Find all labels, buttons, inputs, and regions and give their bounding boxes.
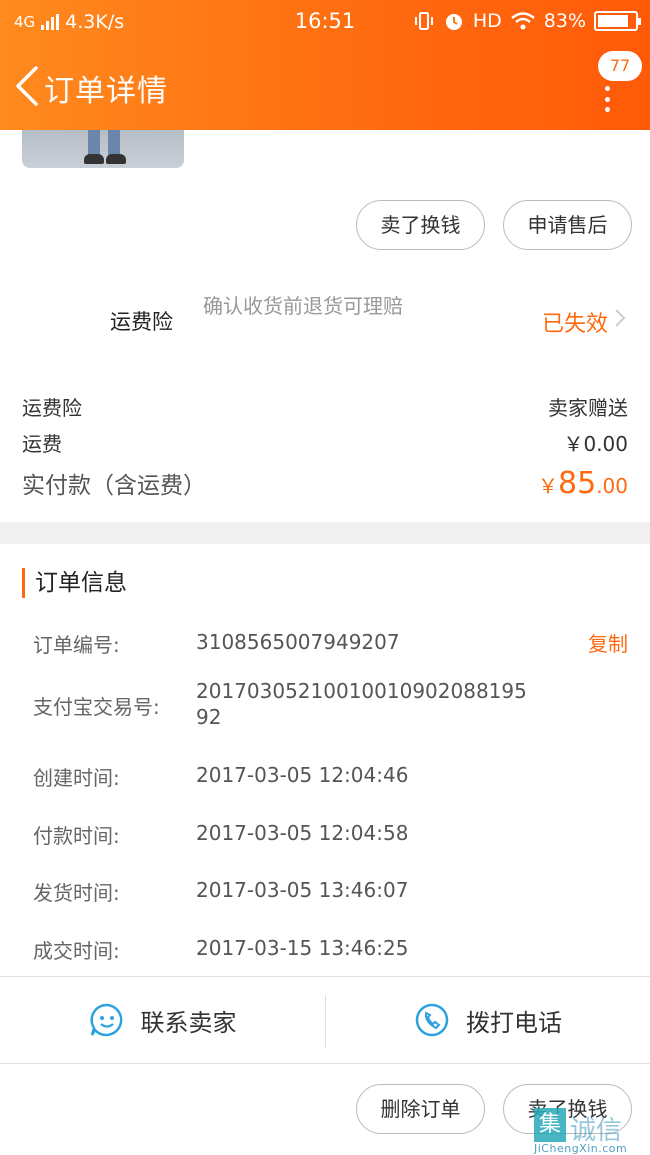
wifi-icon	[510, 12, 535, 30]
call-label: 拨打电话	[466, 1008, 562, 1037]
alipay-no-value: 20170305210010010902088195 92	[196, 679, 527, 729]
order-no-value: 3108565007949207	[196, 630, 400, 654]
battery-icon	[594, 11, 641, 31]
order-info-title: 订单信息	[22, 568, 127, 598]
more-menu-icon[interactable]	[600, 86, 614, 112]
created-time-label: 创建时间:	[33, 766, 120, 790]
watermark-logo: 集 诚信 JiChengXin.com	[534, 1108, 644, 1155]
shipping-fee-label: 运费	[22, 432, 62, 456]
after-sale-button[interactable]: 申请售后	[503, 200, 632, 250]
sell-button[interactable]: 卖了换钱	[356, 200, 485, 250]
insurance-fee-label: 运费险	[22, 396, 82, 420]
total-integer: 85	[558, 466, 597, 501]
watermark-mark: 集	[534, 1108, 566, 1142]
insurance-desc: 确认收货前退货可理赔	[203, 294, 403, 318]
status-right: HD 83%	[413, 10, 641, 32]
insurance-name: 运费险	[110, 310, 173, 334]
call-button[interactable]: 拨打电话	[326, 977, 650, 1063]
shipping-fee-value: ￥0.00	[563, 432, 628, 456]
paid-time-label: 付款时间:	[33, 824, 120, 848]
section-divider	[0, 522, 650, 544]
total-line: 实付款（含运费） ￥85.00	[22, 466, 628, 501]
contact-seller-label: 联系卖家	[140, 1008, 237, 1037]
insurance-status: 已失效	[541, 312, 608, 337]
chat-icon	[89, 1003, 122, 1037]
phone-icon	[415, 1003, 449, 1037]
copy-button[interactable]: 复制	[588, 628, 628, 657]
contact-bar: 联系卖家 拨打电话	[0, 976, 650, 1064]
status-bar: 4G 4.3K/s 16:51 HD 83%	[0, 0, 650, 46]
header: 4G 4.3K/s 16:51 HD 83% 订单详情 77	[0, 0, 650, 130]
watermark-sub: JiChengXin.com	[534, 1142, 628, 1155]
deal-time-value: 2017-03-15 13:46:25	[196, 936, 409, 960]
page-title: 订单详情	[44, 74, 168, 109]
order-no-label: 订单编号:	[33, 633, 120, 657]
total-currency: ￥	[538, 474, 558, 498]
total-decimal: .00	[596, 474, 628, 498]
shipping-fee-line: 运费 ￥0.00	[22, 428, 628, 457]
vibrate-icon	[414, 12, 433, 30]
alarm-icon	[445, 14, 462, 30]
back-icon[interactable]	[10, 64, 46, 108]
contact-seller-button[interactable]: 联系卖家	[0, 977, 325, 1063]
insurance-fee-value: 卖家赠送	[548, 396, 628, 420]
insurance-fee-line: 运费险 卖家赠送	[22, 392, 628, 421]
delete-order-button[interactable]: 删除订单	[356, 1084, 485, 1134]
hd-label: HD	[472, 10, 502, 32]
chevron-right-icon	[615, 309, 626, 327]
shipped-time-label: 发货时间:	[33, 881, 120, 905]
deal-time-label: 成交时间:	[33, 939, 120, 963]
message-badge[interactable]: 77	[598, 51, 642, 81]
nav-bar: 订单详情 77	[0, 46, 650, 130]
battery-percent: 83%	[543, 10, 586, 32]
alipay-no-label: 支付宝交易号:	[33, 695, 160, 719]
created-time-value: 2017-03-05 12:04:46	[196, 763, 409, 787]
total-label: 实付款（含运费）	[22, 473, 206, 499]
paid-time-value: 2017-03-05 12:04:58	[196, 821, 409, 845]
total-value: ￥85.00	[538, 466, 628, 501]
insurance-row[interactable]: 运费险 确认收货前退货可理赔 已失效	[0, 282, 650, 352]
shipped-time-value: 2017-03-05 13:46:07	[196, 878, 409, 902]
